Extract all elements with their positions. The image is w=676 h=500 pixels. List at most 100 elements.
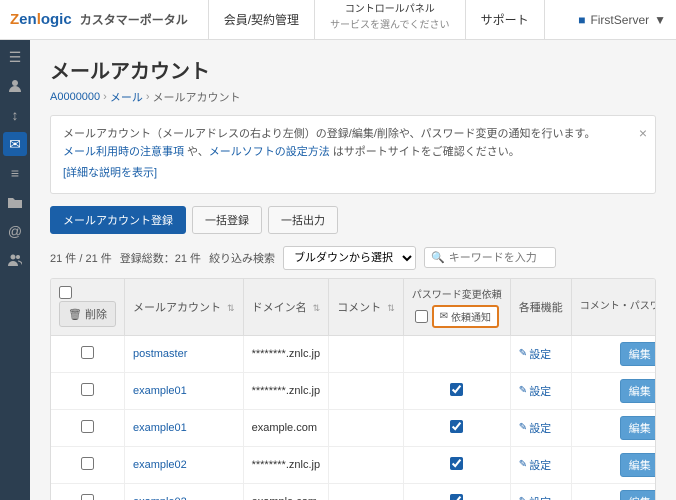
filter-bar: 21 件 / 21 件 登録総数：21 件 絞り込み検索 ブルダウンから選択 🔍 [50,246,656,270]
header: Zenlogic カスタマーポータル 会員/契約管理 コントロールパネル サービ… [0,0,676,40]
nav-item-support[interactable]: サポート [466,0,545,40]
mail-small-icon: ✉ [440,311,448,322]
mail-table: 🗑 削除 メールアカウント ⇅ ドメイン名 ⇅ [50,278,656,500]
sidebar-at-icon[interactable]: @ [3,219,27,243]
narrow-label: 絞り込み検索 [209,250,275,266]
pw-checkbox-cell [403,446,510,483]
comment-cell [329,372,404,409]
search-icon: 🔍 [431,251,445,264]
layout: ☰ ↕ ✉ ≡ @ メールアカウント A0000000 › メール › メールア… [0,40,676,500]
sidebar-list-icon[interactable]: ≡ [3,161,27,185]
settings-link[interactable]: 設定 [519,383,563,399]
breadcrumb-current: メールアカウント [153,89,241,105]
dropdown-icon[interactable]: ▼ [654,13,666,27]
breadcrumb-mail[interactable]: メール [110,89,143,105]
comment-cell [329,446,404,483]
edit-cell: 編集 [571,409,656,446]
settings-link[interactable]: 設定 [519,346,563,362]
sidebar-transfer-icon[interactable]: ↕ [3,103,27,127]
close-icon[interactable]: × [639,122,647,144]
pw-checkbox[interactable] [450,420,463,433]
search-input[interactable] [449,252,549,264]
select-all-checkbox[interactable] [59,286,72,299]
th-comment[interactable]: コメント ⇅ [329,279,404,336]
edit-button[interactable]: 編集 [620,379,656,403]
edit-button[interactable]: 編集 [620,490,656,500]
settings-link[interactable]: 設定 [519,457,563,473]
row-checkbox[interactable] [81,494,94,500]
sidebar-person-icon[interactable] [3,74,27,98]
mail-account-cell: example01 [124,372,243,409]
row-checkbox[interactable] [81,383,94,396]
search-box: 🔍 [424,247,556,268]
bulk-register-button[interactable]: 一括登録 [192,206,262,234]
row-checkbox[interactable] [81,346,94,359]
sort-icon-domain: ⇅ [313,303,321,313]
nav-item-contract[interactable]: 会員/契約管理 [208,0,315,40]
mail-account-cell: example01 [124,409,243,446]
domain-cell: example.com [243,409,329,446]
edit-cell: 編集 [571,335,656,372]
edit-button[interactable]: 編集 [620,453,656,477]
pw-checkbox[interactable] [450,457,463,470]
table-row: postmaster********.znlc.jp 設定 編集 [51,335,656,372]
edit-cell: 編集 [571,483,656,500]
notify-button[interactable]: ✉ 依頼通知 [432,305,499,328]
server-icon: ■ [578,13,585,27]
settings-cell: 設定 [510,409,571,446]
mail-account-cell: example02 [124,446,243,483]
pw-select-all-checkbox[interactable] [415,310,428,323]
filter-dropdown[interactable]: ブルダウンから選択 [283,246,416,270]
th-domain[interactable]: ドメイン名 ⇅ [243,279,329,336]
pw-checkbox-cell [403,335,510,372]
detail-link[interactable]: [詳細な説明を表示] [63,165,157,183]
th-settings: 各種機能 [510,279,571,336]
sidebar-users-icon[interactable] [3,248,27,272]
th-password: パスワード変更依頼 ✉ 依頼通知 [403,279,510,336]
table-row: example02********.znlc.jp設定編集 [51,446,656,483]
logo: Zenlogic カスタマーポータル [10,11,188,28]
comment-cell [329,483,404,500]
page-title: メールアカウント [50,55,656,84]
info-link1[interactable]: メール利用時の注意事項 [63,146,184,158]
pw-checkbox[interactable] [450,494,463,500]
header-right: ■ FirstServer ▼ [578,13,666,27]
sidebar-folder-icon[interactable] [3,190,27,214]
sidebar-menu-icon[interactable]: ☰ [3,45,27,69]
logo-zen: Zenlogic [10,11,72,28]
row-checkbox[interactable] [81,420,94,433]
edit-button[interactable]: 編集 [620,342,656,366]
row-checkbox[interactable] [81,457,94,470]
settings-cell: 設定 [510,446,571,483]
table-row: example02example.com設定編集 [51,483,656,500]
header-nav: 会員/契約管理 コントロールパネル サービスを選んでください サポート [208,0,578,40]
settings-link[interactable]: 設定 [519,420,563,436]
domain-cell: ********.znlc.jp [243,335,329,372]
logo-portal: カスタマーポータル [80,11,188,28]
info-link2[interactable]: メールソフトの設定方法 [209,146,330,158]
comment-cell [329,409,404,446]
breadcrumb: A0000000 › メール › メールアカウント [50,89,656,105]
edit-button[interactable]: 編集 [620,416,656,440]
trash-icon: 🗑 [68,308,82,321]
domain-cell: example.com [243,483,329,500]
table-row: example01example.com 設定 編集 [51,409,656,446]
delete-button[interactable]: 🗑 削除 [59,301,116,327]
edit-cell: 編集 [571,446,656,483]
pw-checkbox[interactable] [450,383,463,396]
pw-checkbox-cell [403,409,510,446]
register-button[interactable]: メールアカウント登録 [50,206,186,234]
toolbar: メールアカウント登録 一括登録 一括出力 [50,206,656,234]
sort-icon-comment: ⇅ [387,303,395,313]
th-edit: コメント・パスワード編集 [571,279,656,336]
breadcrumb-home[interactable]: A0000000 [50,91,100,103]
domain-cell: ********.znlc.jp [243,372,329,409]
info-box: × メールアカウント（メールアドレスの右より左側）の登録/編集/削除や、パスワー… [50,115,656,194]
settings-link[interactable]: 設定 [519,494,563,500]
nav-item-control[interactable]: コントロールパネル サービスを選んでください [315,0,466,40]
sidebar-mail-icon[interactable]: ✉ [3,132,27,156]
th-mail-account[interactable]: メールアカウント ⇅ [124,279,243,336]
export-button[interactable]: 一括出力 [268,206,338,234]
main-content: メールアカウント A0000000 › メール › メールアカウント × メール… [30,40,676,500]
mail-account-cell: postmaster [124,335,243,372]
